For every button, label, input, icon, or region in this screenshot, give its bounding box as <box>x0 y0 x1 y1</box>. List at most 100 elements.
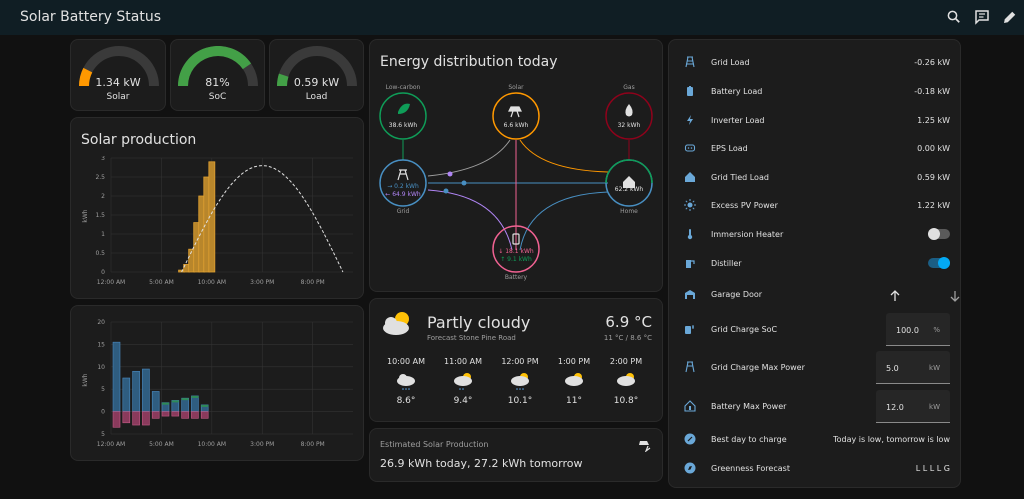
soc-gauge-card[interactable]: 81% SoC <box>170 39 265 111</box>
solar-production-chart: 0 0.5 1 1.5 2 2.5 3 12:00 AM 5:00 AM 10:00 AM 3:00… <box>82 156 353 286</box>
y-tick-label: 5 <box>101 431 105 438</box>
immersion-heater-toggle[interactable] <box>928 228 950 240</box>
partly-cloudy-icon <box>454 373 472 390</box>
entity-best-day-to-charge[interactable]: Best day to charge Today is low, tomorro… <box>683 428 950 450</box>
entity-value: 0.00 kW <box>917 143 950 153</box>
energy-distribution-card[interactable]: Energy distribution today Low-carbon Sol… <box>369 39 663 292</box>
search-icon[interactable] <box>945 8 963 26</box>
battery-export-bar <box>122 411 131 424</box>
entity-value: -0.18 kW <box>914 86 950 96</box>
solar-panel-icon <box>508 106 522 118</box>
y-tick-label: 3 <box>101 156 105 162</box>
battery-export-bar <box>142 411 150 426</box>
low-carbon-value: 38.6 kWh <box>388 122 418 129</box>
distiller-toggle[interactable] <box>928 257 950 269</box>
load-gauge-card[interactable]: 0.59 kW Load <box>269 39 364 111</box>
leaf-circle-icon <box>683 432 697 446</box>
water-pump-icon <box>683 256 697 270</box>
estimated-solar-card[interactable]: Estimated Solar Production 26.9 kWh toda… <box>369 428 663 482</box>
forecast-time: 2:00 PM <box>609 357 643 366</box>
transmission-tower-icon <box>683 55 697 69</box>
input-unit: kW <box>929 403 940 411</box>
flash-icon <box>683 113 697 127</box>
assist-chat-icon[interactable] <box>973 8 991 26</box>
grid-import-bar <box>112 341 121 412</box>
entity-distiller[interactable]: Distiller <box>683 252 950 274</box>
entity-eps-load[interactable]: EPS Load 0.00 kW <box>683 137 950 159</box>
grid-charge-max-power-input[interactable]: 5.0 kW <box>876 351 950 384</box>
weather-location: Forecast Stone Pine Road <box>427 334 516 342</box>
home-label: Home <box>620 208 638 215</box>
forecast-temp: 10.1° <box>507 396 533 406</box>
soc-gauge-value: 81% <box>205 76 230 89</box>
entity-grid-tied-load[interactable]: Grid Tied Load 0.59 kW <box>683 166 950 188</box>
entity-value: 0.59 kW <box>917 172 950 182</box>
entities-card: Grid Load -0.26 kW Battery Load -0.18 kW… <box>668 39 961 488</box>
flow-dot <box>443 188 449 194</box>
partly-cloudy-icon <box>565 373 583 386</box>
y-tick-label: 10 <box>97 364 105 371</box>
power-socket-icon <box>683 141 697 155</box>
grid-label: Grid <box>396 208 410 215</box>
x-tick-label: 10:00 AM <box>198 441 226 448</box>
grid-import-bar <box>122 377 131 412</box>
entity-value: 1.25 kW <box>917 115 950 125</box>
entity-garage-door[interactable]: Garage Door <box>683 283 960 306</box>
garage-close-arrow-icon[interactable] <box>949 287 961 306</box>
x-tick-label: 5:00 AM <box>149 279 174 286</box>
battery-max-power-input[interactable]: 12.0 kW <box>876 390 950 423</box>
solar-gauge-card[interactable]: 1.34 kW Solar <box>70 39 166 111</box>
battery-home-flow-line <box>519 191 609 251</box>
compass-icon <box>683 461 697 475</box>
solar-gauge-value: 1.34 kW <box>95 76 141 89</box>
x-tick-label: 12:00 AM <box>97 279 125 286</box>
top-app-bar: Solar Battery Status <box>0 0 1024 35</box>
solar-segment <box>191 395 199 398</box>
grid-charge-soc-input[interactable]: 100.0 % <box>886 313 950 346</box>
solar-segment <box>171 400 179 403</box>
entity-value: Today is low, tomorrow is low <box>833 434 950 444</box>
entity-battery-load[interactable]: Battery Load -0.18 kW <box>683 80 950 102</box>
battery-export-bar <box>151 411 160 419</box>
x-tick-label: 3:00 PM <box>250 279 274 286</box>
load-gauge-value: 0.59 kW <box>293 76 340 89</box>
entity-name: Garage Door <box>711 289 763 299</box>
x-tick-label: 3:00 PM <box>250 441 274 448</box>
grid-import-bar <box>151 391 160 412</box>
home-battery-icon <box>683 399 697 413</box>
fire-icon <box>625 104 633 117</box>
grid-out-value: ← 64.9 kWh <box>385 191 421 198</box>
battery-export-bar <box>191 411 199 419</box>
entity-inverter-load[interactable]: Inverter Load 1.25 kW <box>683 109 950 131</box>
battery-out-value: ↑ 9.1 kWh <box>500 256 532 263</box>
entity-value: 1.22 kW <box>917 200 950 210</box>
weather-condition: Partly cloudy <box>427 313 531 332</box>
solar-production-title: Solar production <box>81 132 197 148</box>
entity-grid-load[interactable]: Grid Load -0.26 kW <box>683 51 950 73</box>
energy-distribution-title: Energy distribution today <box>380 54 558 70</box>
battery-export-bar <box>112 411 121 428</box>
flow-dot <box>461 180 467 186</box>
soc-gauge-label: SoC <box>208 92 227 102</box>
grid-import-bar <box>132 370 140 412</box>
entity-immersion-heater[interactable]: Immersion Heater <box>683 223 950 245</box>
edit-pencil-icon[interactable] <box>1001 8 1019 26</box>
solar-segment <box>181 398 189 401</box>
entity-greenness-forecast[interactable]: Greenness Forecast L L L L G <box>683 457 950 479</box>
garage-open-arrow-icon[interactable] <box>889 287 901 306</box>
battery-export-bar <box>181 411 189 419</box>
y-axis-label: kWh <box>82 373 89 386</box>
solar-segment <box>162 402 169 405</box>
input-value: 100.0 <box>896 326 919 335</box>
entity-excess-pv[interactable]: Excess PV Power 1.22 kW <box>683 194 950 216</box>
garage-icon <box>683 287 697 301</box>
battery-charging-icon <box>683 322 697 336</box>
energy-history-card: 20 15 10 5 0 5 12:00 AM 5:00 AM 10:00 AM 3:00 PM 8… <box>70 305 364 461</box>
entity-name: Excess PV Power <box>711 200 778 210</box>
y-tick-label: 1 <box>101 231 105 238</box>
forecast-time: 11:00 AM <box>444 357 482 366</box>
forecast-temp: 10.8° <box>613 396 639 406</box>
entity-name: Grid Load <box>711 57 750 67</box>
forecast-temp: 11° <box>566 396 582 406</box>
entity-name: Best day to charge <box>711 434 787 444</box>
